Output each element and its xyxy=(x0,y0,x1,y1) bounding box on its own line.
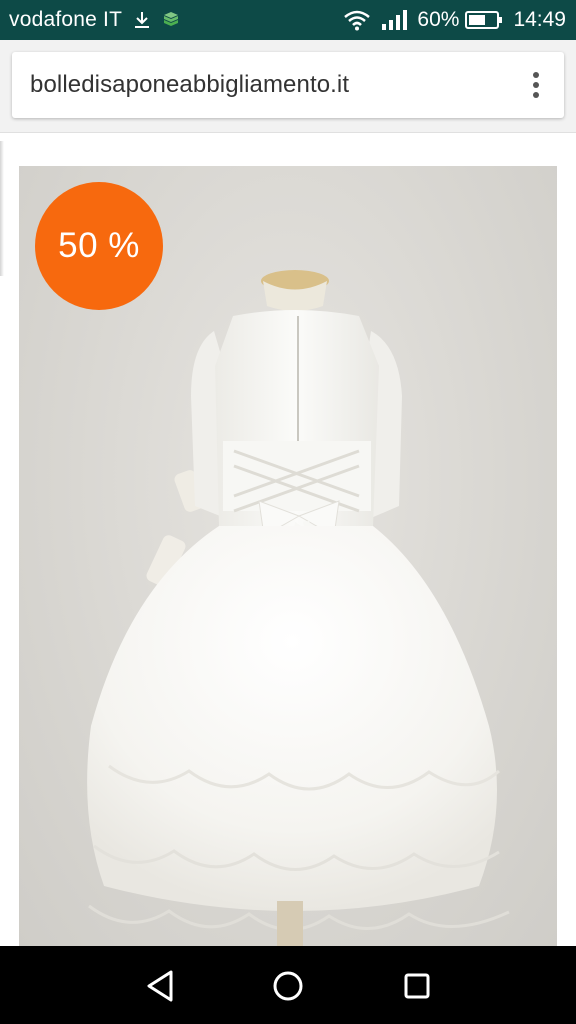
status-bar-right: 60% 14:49 xyxy=(343,8,566,32)
recent-apps-icon[interactable] xyxy=(399,968,435,1004)
download-icon xyxy=(132,10,152,30)
signal-icon xyxy=(381,9,408,31)
home-icon[interactable] xyxy=(270,968,306,1004)
wifi-icon xyxy=(343,9,371,31)
url-bar[interactable]: bolledisaponeabbigliamento.it xyxy=(12,52,564,118)
url-text[interactable]: bolledisaponeabbigliamento.it xyxy=(30,71,349,99)
discount-label: 50 % xyxy=(58,226,140,265)
status-bar: vodafone IT 60% 14:49 xyxy=(0,0,576,40)
system-navigation-bar xyxy=(0,946,576,1024)
browser-toolbar: bolledisaponeabbigliamento.it xyxy=(0,40,576,133)
back-icon[interactable] xyxy=(143,968,179,1004)
clock: 14:49 xyxy=(513,8,566,31)
web-page-content: 50 % xyxy=(0,133,576,946)
app-notification-icon xyxy=(162,11,180,29)
carrier-name: vodafone IT xyxy=(9,8,123,31)
overflow-menu-icon[interactable] xyxy=(530,70,542,100)
battery-percent: 60% xyxy=(417,8,460,31)
discount-badge: 50 % xyxy=(35,182,163,310)
status-bar-left: vodafone IT xyxy=(9,8,180,32)
battery-icon xyxy=(465,10,503,30)
scroll-edge-shadow xyxy=(0,141,4,276)
